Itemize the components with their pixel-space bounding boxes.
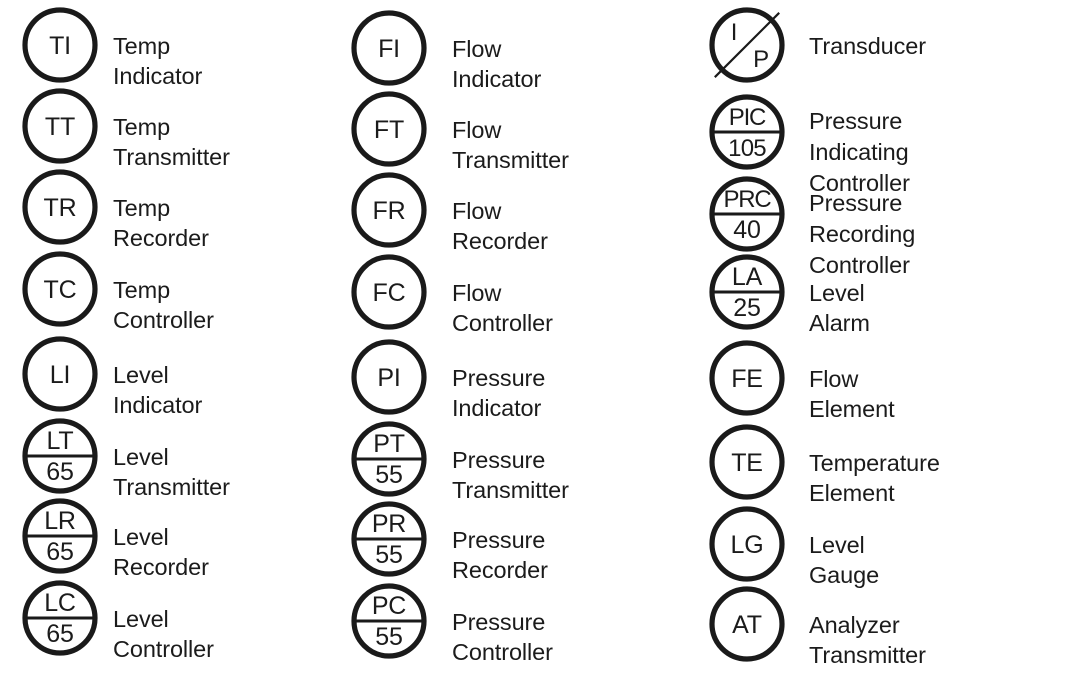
instrument-legend-sheet: TI Temp Indicator TT Temp Transmitter TR Temp… [0, 0, 1073, 675]
legend-caption-level-gauge: Level Gauge [809, 532, 880, 588]
bubble-number-text: 65 [46, 538, 73, 566]
instrument-bubble-level-gauge[interactable]: LG [709, 506, 785, 582]
instrument-bubble-transducer[interactable]: IP [709, 7, 785, 83]
instrument-bubble-flow-recorder[interactable]: FR [351, 172, 427, 248]
instrument-bubble-level-indicator[interactable]: LI [22, 336, 98, 412]
instrument-bubble-pressure-indicator[interactable]: PI [351, 339, 427, 415]
instrument-bubble-pressure-recording-controller[interactable]: PRC 40 [709, 176, 785, 252]
instrument-bubble-flow-controller[interactable]: FC [351, 254, 427, 330]
bubble-tag-text: LC [44, 589, 76, 617]
instrument-bubble-temp-recorder[interactable]: TR [22, 169, 98, 245]
legend-caption-temp-recorder: Temp Recorder [113, 195, 209, 251]
instrument-bubble-pressure-controller[interactable]: PC 55 [351, 583, 427, 659]
legend-caption-temperature-element: Temperature Element [809, 450, 940, 506]
instrument-bubble-temp-indicator[interactable]: TI [22, 7, 98, 83]
instrument-bubble-flow-transmitter[interactable]: FT [351, 91, 427, 167]
legend-caption-pressure-transmitter: Pressure Transmitter [452, 447, 569, 503]
legend-caption-level-indicator: Level Indicator [113, 362, 203, 418]
bubble-number-text: 65 [46, 620, 73, 648]
instrument-bubble-pressure-recorder[interactable]: PR 55 [351, 501, 427, 577]
legend-caption-level-alarm: Level Alarm [809, 280, 870, 336]
legend-caption-level-transmitter: Level Transmitter [113, 444, 230, 500]
legend-caption-temp-indicator: Temp Indicator [113, 33, 203, 89]
bubble-tag-text: PR [372, 510, 406, 538]
bubble-tag-text: LR [44, 507, 76, 535]
bubble-number-text: 55 [375, 623, 402, 651]
bubble-number-text: 55 [375, 541, 402, 569]
instrument-bubble-temperature-element[interactable]: TE [709, 424, 785, 500]
bubble-tag-text: I [731, 19, 737, 46]
bubble-tag-text: LI [50, 361, 70, 389]
bubble-tag-text: LG [731, 531, 764, 559]
legend-caption-temp-controller: Temp Controller [113, 277, 214, 333]
instrument-bubble-pressure-indicating-controller[interactable]: PIC 105 [709, 94, 785, 170]
instrument-bubble-pressure-transmitter[interactable]: PT 55 [351, 421, 427, 497]
bubble-number-text: P [753, 46, 769, 73]
bubble-tag-text: PC [372, 592, 406, 620]
bubble-tag-text: FI [378, 35, 400, 63]
instrument-bubble-analyzer-transmitter[interactable]: AT [709, 586, 785, 662]
legend-caption-flow-element: Flow Element [809, 366, 895, 422]
legend-caption-pressure-indicator: Pressure Indicator [452, 365, 546, 421]
bubble-tag-text: PT [373, 430, 405, 458]
legend-caption-level-controller: Level Controller [113, 606, 214, 662]
bubble-number-text: 40 [733, 216, 760, 244]
bubble-tag-text: AT [732, 611, 762, 639]
bubble-tag-text: PI [377, 364, 400, 392]
instrument-bubble-temp-transmitter[interactable]: TT [22, 88, 98, 164]
instrument-bubble-level-controller[interactable]: LC 65 [22, 580, 98, 656]
bubble-tag-text: LT [47, 427, 74, 455]
bubble-tag-text: TI [49, 32, 71, 60]
bubble-tag-text: LA [732, 263, 763, 291]
bubble-tag-text: FR [373, 197, 406, 225]
bubble-number-text: 25 [733, 294, 760, 322]
legend-caption-flow-recorder: Flow Recorder [452, 198, 548, 254]
legend-caption-flow-transmitter: Flow Transmitter [452, 117, 569, 173]
legend-caption-flow-controller: Flow Controller [452, 280, 553, 336]
legend-caption-flow-indicator: Flow Indicator [452, 36, 542, 92]
instrument-bubble-temp-controller[interactable]: TC [22, 251, 98, 327]
bubble-tag-text: FE [731, 365, 763, 393]
instrument-bubble-level-transmitter[interactable]: LT 65 [22, 418, 98, 494]
legend-caption-pressure-controller: Pressure Controller [452, 609, 553, 665]
instrument-bubble-level-recorder[interactable]: LR 65 [22, 498, 98, 574]
instrument-bubble-flow-indicator[interactable]: FI [351, 10, 427, 86]
legend-caption-temp-transmitter: Temp Transmitter [113, 114, 230, 170]
bubble-tag-text: TC [44, 276, 77, 304]
legend-caption-transducer: Transducer [809, 33, 926, 59]
legend-caption-analyzer-transmitter: Analyzer Transmitter [809, 612, 926, 668]
instrument-bubble-level-alarm[interactable]: LA 25 [709, 254, 785, 330]
instrument-bubble-flow-element[interactable]: FE [709, 340, 785, 416]
legend-caption-pressure-indicating-controller: Pressure Indicating Controller [809, 108, 910, 196]
bubble-number-text: 55 [375, 461, 402, 489]
legend-caption-level-recorder: Level Recorder [113, 524, 209, 580]
bubble-number-text: 65 [46, 458, 73, 486]
bubble-tag-text: TR [44, 194, 77, 222]
bubble-tag-text: TE [731, 449, 763, 477]
bubble-tag-text: PIC [729, 104, 766, 131]
legend-caption-pressure-recording-controller: Pressure Recording Controller [809, 190, 916, 278]
bubble-number-text: 105 [728, 135, 766, 162]
legend-caption-pressure-recorder: Pressure Recorder [452, 527, 548, 583]
bubble-tag-text: FC [373, 279, 406, 307]
bubble-tag-text: TT [45, 113, 75, 141]
bubble-tag-text: PRC [723, 186, 771, 213]
bubble-tag-text: FT [374, 116, 404, 144]
